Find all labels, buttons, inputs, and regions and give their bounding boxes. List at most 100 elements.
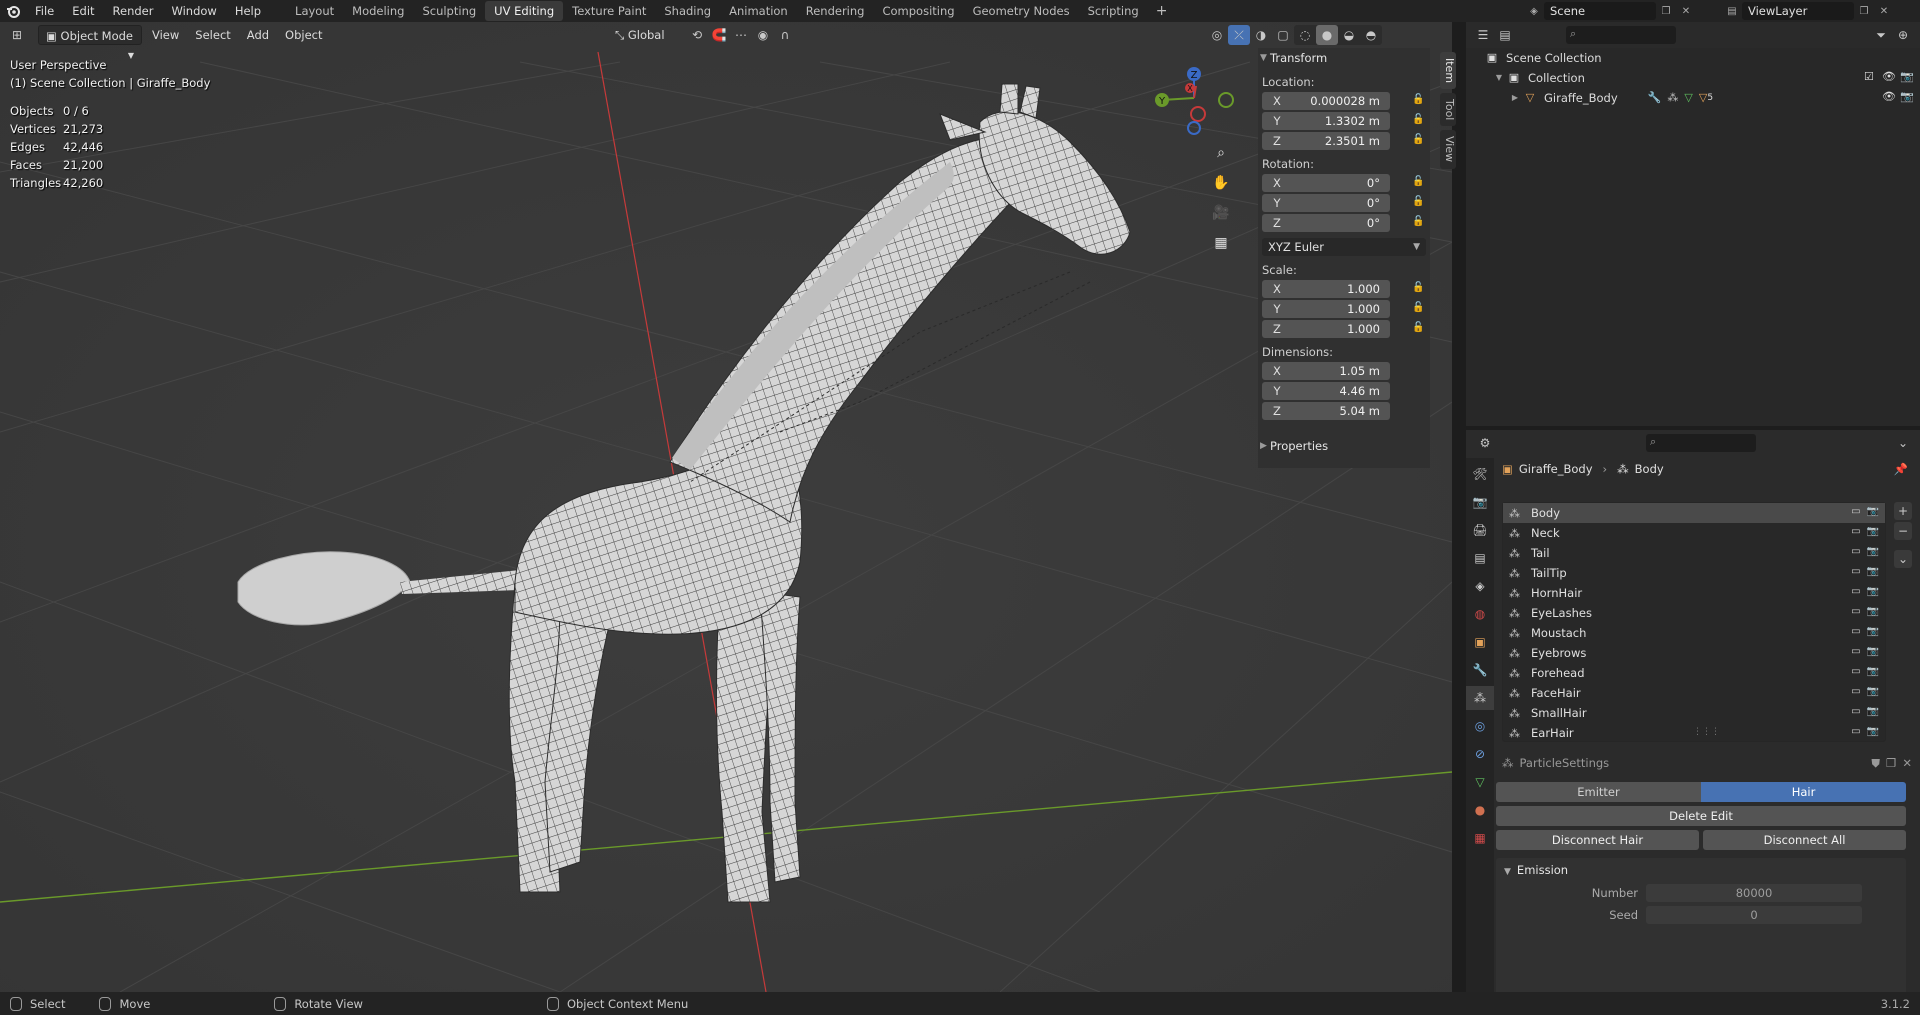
3d-viewport[interactable]: ⊞ ▣ Object Mode ▼ View Select Add Object … [0, 22, 1452, 992]
lock-icon[interactable]: 🔓 [1412, 282, 1426, 296]
camera-icon[interactable]: 📷 [1867, 626, 1879, 637]
constraints-tab-icon[interactable]: ⊘ [1466, 742, 1494, 766]
menu-edit[interactable]: Edit [63, 0, 103, 22]
tab-layout[interactable]: Layout [286, 1, 343, 21]
rendered-shading-icon[interactable]: ◓ [1360, 25, 1382, 45]
list-item[interactable]: ⁂ Tail ▭ 📷 [1503, 543, 1885, 563]
xray-icon[interactable]: ▢ [1272, 25, 1294, 45]
new-view-layer-button[interactable]: ❐ [1854, 2, 1874, 20]
view-layer-tab-icon[interactable]: ▤ [1466, 546, 1494, 570]
physics-tab-icon[interactable]: ◎ [1466, 714, 1494, 738]
particle-system-name[interactable]: Eyebrows [1531, 646, 1586, 660]
delete-view-layer-button[interactable]: ✕ [1874, 2, 1894, 20]
lock-icon[interactable]: 🔓 [1412, 176, 1426, 190]
tab-texture-paint[interactable]: Texture Paint [563, 1, 655, 21]
chevron-down-icon[interactable]: ⌄ [1894, 550, 1912, 568]
seed-field[interactable]: 0 [1646, 906, 1862, 924]
visibility-icon[interactable]: ◎ [1206, 25, 1228, 45]
tab-shading[interactable]: Shading [655, 1, 720, 21]
particle-system-name[interactable]: Body [1531, 506, 1560, 520]
list-item[interactable]: ⁂ HornHair ▭ 📷 [1503, 583, 1885, 603]
list-item[interactable]: ⁂ EyeLashes ▭ 📷 [1503, 603, 1885, 623]
camera-icon[interactable]: 📷 [1867, 506, 1879, 517]
scene-tab-icon[interactable]: ◈ [1466, 574, 1494, 598]
number-field[interactable]: 80000 [1646, 884, 1862, 902]
list-item[interactable]: ⁂ FaceHair ▭ 📷 [1503, 683, 1885, 703]
scene-icon[interactable]: ◈ [1524, 2, 1544, 20]
material-tab-icon[interactable]: ● [1466, 798, 1494, 822]
camera-icon[interactable]: 📷 [1867, 586, 1879, 597]
material-shading-icon[interactable]: ◒ [1338, 25, 1360, 45]
object-tab-icon[interactable]: ▣ [1466, 630, 1494, 654]
particle-system-name[interactable]: SmallHair [1531, 706, 1587, 720]
list-item[interactable]: ⁂ Moustach ▭ 📷 [1503, 623, 1885, 643]
modifier-tab-icon[interactable]: 🔧 [1466, 658, 1494, 682]
particle-settings-name[interactable]: ParticleSettings [1520, 756, 1610, 770]
scale-z-field[interactable]: Z 1.000 🔓 [1262, 320, 1424, 338]
view-layer-selector[interactable]: ViewLayer [1742, 2, 1854, 20]
particle-system-name[interactable]: Moustach [1531, 626, 1586, 640]
pivot-point-icon[interactable]: ⟲ [686, 25, 708, 45]
particle-system-name[interactable]: EarHair [1531, 726, 1574, 740]
overlays-icon[interactable]: ◑ [1250, 25, 1272, 45]
viewport-display-icon[interactable]: ▭ [1851, 546, 1860, 557]
scale-x-field[interactable]: X 1.000 🔓 [1262, 280, 1424, 298]
viewport-display-icon[interactable]: ▭ [1851, 606, 1860, 617]
eye-icon[interactable]: 👁 [1882, 71, 1896, 83]
scene-selector[interactable]: Scene [1544, 2, 1656, 20]
tab-geometry-nodes[interactable]: Geometry Nodes [964, 1, 1079, 21]
delete-edit-button[interactable]: Delete Edit [1496, 806, 1906, 826]
lock-icon[interactable]: 🔓 [1412, 302, 1426, 316]
particle-system-name[interactable]: EyeLashes [1531, 606, 1592, 620]
editor-type-icon[interactable]: ⊞ [6, 25, 28, 45]
lock-icon[interactable]: 🔓 [1412, 134, 1426, 148]
texture-tab-icon[interactable]: ▦ [1466, 826, 1494, 850]
viewport-display-icon[interactable]: ▭ [1851, 686, 1860, 697]
list-item[interactable]: ⁂ Eyebrows ▭ 📷 [1503, 643, 1885, 663]
menu-render[interactable]: Render [104, 0, 163, 22]
tab-sculpting[interactable]: Sculpting [413, 1, 485, 21]
tab-modeling[interactable]: Modeling [343, 1, 413, 21]
list-item[interactable]: ⁂ Forehead ▭ 📷 [1503, 663, 1885, 683]
scale-y-field[interactable]: Y 1.000 🔓 [1262, 300, 1424, 318]
particle-system-name[interactable]: TailTip [1531, 566, 1567, 580]
tab-item[interactable]: Item [1440, 52, 1456, 90]
new-collection-icon[interactable]: ⊕ [1892, 25, 1914, 45]
new-scene-button[interactable]: ❐ [1656, 2, 1676, 20]
camera-icon[interactable]: 📷 [1867, 646, 1879, 657]
rotation-y-field[interactable]: Y 0° 🔓 [1262, 194, 1424, 212]
rotation-mode-select[interactable]: XYZ Euler ▼ [1262, 238, 1426, 256]
type-emitter-button[interactable]: Emitter [1496, 782, 1701, 802]
camera-view-icon[interactable]: 🎥 [1208, 200, 1234, 226]
eye-icon[interactable]: 👁 [1882, 91, 1896, 103]
blender-logo-icon[interactable] [0, 0, 26, 22]
snap-target-icon[interactable]: ⋯ [730, 25, 752, 45]
render-tab-icon[interactable]: 📷 [1466, 490, 1494, 514]
tab-animation[interactable]: Animation [720, 1, 797, 21]
disconnect-hair-button[interactable]: Disconnect Hair [1496, 830, 1699, 850]
particle-system-name[interactable]: Tail [1531, 546, 1550, 560]
duplicate-icon[interactable]: ❐ [1886, 756, 1896, 770]
dimensions-x-field[interactable]: X 1.05 m [1262, 362, 1390, 380]
gizmo-toggle-icon[interactable]: ⤫ [1228, 25, 1250, 45]
wrench-icon[interactable]: 🔧 [1648, 88, 1662, 108]
emission-panel-header[interactable]: ▼ Emission [1496, 858, 1906, 882]
rotation-x-field[interactable]: X 0° 🔓 [1262, 174, 1424, 192]
view-layer-icon[interactable]: ▤ [1722, 2, 1742, 20]
outliner-search-input[interactable]: ⌕ [1566, 26, 1676, 44]
lock-icon[interactable]: 🔓 [1412, 322, 1426, 336]
add-icon[interactable]: + [1894, 502, 1912, 520]
camera-icon[interactable]: 📷 [1900, 91, 1914, 103]
resize-grip-icon[interactable]: ⋮⋮⋮ [1693, 727, 1720, 737]
viewport-display-icon[interactable]: ▭ [1851, 706, 1860, 717]
tab-rendering[interactable]: Rendering [797, 1, 874, 21]
dimensions-z-field[interactable]: Z 5.04 m [1262, 402, 1390, 420]
rotation-z-field[interactable]: Z 0° 🔓 [1262, 214, 1424, 232]
viewport-display-icon[interactable]: ▭ [1851, 506, 1860, 517]
solid-shading-icon[interactable]: ● [1316, 25, 1338, 45]
camera-icon[interactable]: 📷 [1867, 686, 1879, 697]
snap-icon[interactable]: 🧲 [708, 25, 730, 45]
menu-object[interactable]: Object [277, 25, 330, 45]
menu-select[interactable]: Select [187, 25, 238, 45]
lock-icon[interactable]: 🔓 [1412, 216, 1426, 230]
